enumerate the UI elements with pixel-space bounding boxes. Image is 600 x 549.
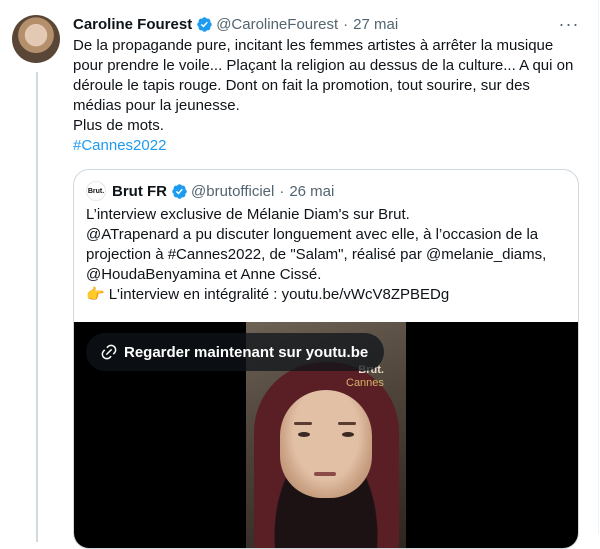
quoted-author-name: Brut FR — [112, 182, 167, 200]
quoted-text-line: @HoudaBenyamina et Anne Cissé. — [86, 266, 322, 283]
eye-shape — [298, 432, 310, 437]
brand-bottom: Cannes — [346, 377, 384, 389]
quoted-text-line: @ATrapenard a pu discuter longuement ave… — [86, 226, 539, 243]
quoted-link-line: 👉 L'interview en intégralité : youtu.be/v… — [86, 285, 566, 305]
more-icon[interactable]: ··· — [558, 14, 580, 34]
tweet-text-line: déroule le tapis rouge. Dont on fait la … — [73, 76, 530, 94]
watch-label: Regarder maintenant sur youtu.be — [124, 343, 369, 361]
quoted-text-line: L’interview exclusive de Mélanie Diam's … — [86, 206, 410, 223]
author-name[interactable]: Caroline Fourest — [73, 16, 192, 33]
tweet-text: De la propagande pure, incitant les femm… — [73, 36, 583, 155]
mouth-shape — [314, 472, 336, 476]
tweet-text-line: pour prendre le voile... Plaçant la reli… — [73, 56, 574, 74]
thread-line — [36, 72, 38, 542]
tweet-date[interactable]: 27 mai — [353, 16, 398, 33]
tweet-header: Caroline Fourest @CarolineFourest · 27 m… — [73, 13, 398, 35]
watch-on-youtube-button[interactable]: Regarder maintenant sur youtu.be — [86, 333, 385, 371]
tweet-text-line: Plus de mots. — [73, 116, 164, 134]
pointing-hand-emoji: 👉 — [86, 286, 105, 303]
eye-shape — [342, 432, 354, 437]
brow-shape — [338, 422, 356, 425]
quoted-text-line: projection à #Cannes2022, de "Salam", ré… — [86, 246, 547, 263]
quoted-date: 26 mai — [289, 182, 335, 200]
quoted-avatar: Brut. — [86, 181, 106, 201]
quoted-tweet-text: L’interview exclusive de Mélanie Diam's … — [86, 205, 566, 305]
video-preview[interactable]: Brut. Cannes Regarder maintenant sur you… — [74, 322, 578, 548]
interview-link-text: L'interview en intégralité : youtu.be/vW… — [108, 286, 450, 303]
tweet-text-line: médias pour la jeunesse. — [73, 96, 240, 114]
separator-dot: · — [343, 15, 349, 33]
quoted-tweet-header: Brut. Brut FR @brutofficiel · 26 mai — [86, 180, 334, 202]
hashtag-link[interactable]: #Cannes2022 — [73, 136, 583, 156]
verified-badge-icon — [171, 183, 188, 200]
tweet-container[interactable]: Caroline Fourest @CarolineFourest · 27 m… — [0, 0, 599, 549]
tweet-text-line: De la propagande pure, incitant les femm… — [73, 37, 554, 54]
verified-badge-icon — [196, 16, 213, 33]
quoted-tweet[interactable]: Brut. Brut FR @brutofficiel · 26 mai L’i… — [73, 169, 579, 549]
brow-shape — [294, 422, 312, 425]
face-shape — [280, 390, 372, 498]
separator-dot: · — [279, 182, 285, 200]
link-icon — [100, 343, 118, 361]
avatar[interactable] — [12, 15, 60, 63]
author-handle[interactable]: @CarolineFourest — [216, 16, 338, 33]
quoted-author-handle: @brutofficiel — [191, 182, 275, 200]
